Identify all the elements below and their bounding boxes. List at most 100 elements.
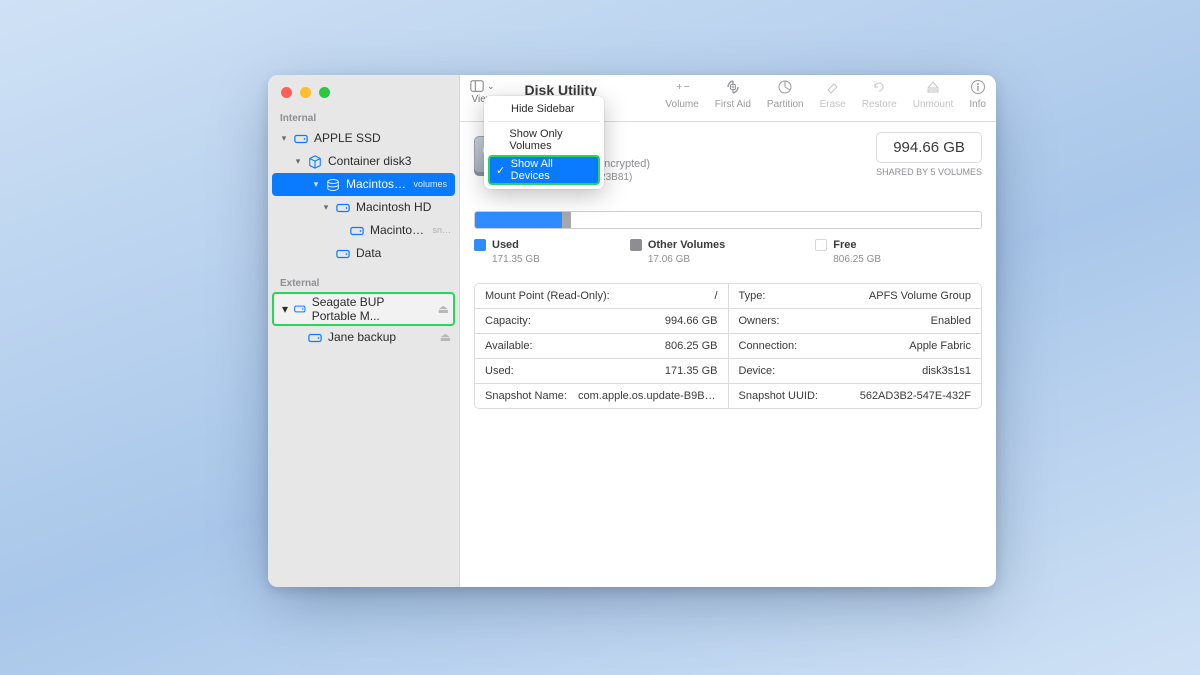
zoom-button[interactable] xyxy=(319,87,330,98)
view-menu-item[interactable]: ✓Show All Devices xyxy=(488,155,600,185)
disclosure-chevron-icon[interactable]: ▾ xyxy=(282,302,288,316)
first_aid-button[interactable]: First Aid xyxy=(715,79,751,110)
capacity-caption: SHARED BY 5 VOLUMES xyxy=(876,167,982,177)
disk-utility-window: Internal ▾ APPLE SSD ▾ Container disk3 ▾ Maci… xyxy=(268,75,996,587)
info-icon xyxy=(970,79,986,98)
info-key: Type: xyxy=(739,290,766,302)
eject-icon xyxy=(925,79,941,98)
info-row: Available: 806.25 GB xyxy=(475,333,728,358)
volume-button[interactable]: +−Volume xyxy=(665,79,698,110)
unmount-button: Unmount xyxy=(913,79,954,110)
view-menu-item[interactable]: Show Only Volumes xyxy=(488,125,600,155)
main-pane: ⌄ View Disk Utility +−VolumeFirst AidPar… xyxy=(460,75,996,587)
legend-other-label: Other Volumes xyxy=(648,239,725,251)
info-value: 562AD3B2-547E-432F xyxy=(860,390,971,402)
sidebar-item-label: Macintosh HD xyxy=(370,222,426,239)
sidebar-item-label: Data xyxy=(356,245,451,262)
info-key: Connection: xyxy=(739,340,798,352)
capacity-value: 994.66 GB xyxy=(876,132,982,163)
info-value: / xyxy=(714,290,717,302)
first-aid-icon xyxy=(725,79,741,98)
sidebar-item[interactable]: ▾ Macintosh HD xyxy=(268,196,459,219)
view-menu-item[interactable]: Hide Sidebar xyxy=(488,100,600,118)
sidebar-item-label: Macintosh HD xyxy=(356,199,451,216)
eraser-icon xyxy=(825,79,841,98)
eject-icon[interactable]: ⏏ xyxy=(438,302,449,316)
info-key: Capacity: xyxy=(485,315,531,327)
info-row: Type: APFS Volume Group xyxy=(729,284,982,308)
legend-free-value: 806.25 GB xyxy=(815,254,881,265)
disclosure-chevron-icon[interactable]: ▾ xyxy=(294,153,302,170)
info-value: disk3s1s1 xyxy=(922,365,971,377)
info-row: Capacity: 994.66 GB xyxy=(475,308,728,333)
info-row: Connection: Apple Fabric xyxy=(729,333,982,358)
info-value: 171.35 GB xyxy=(665,365,718,377)
window-controls xyxy=(268,83,459,110)
usage-segment-other xyxy=(562,212,571,228)
sidebar-toggle-icon xyxy=(470,79,484,93)
sidebar-item[interactable]: ▾ APPLE SSD xyxy=(268,127,459,150)
disclosure-chevron-icon[interactable]: ▾ xyxy=(280,130,288,147)
pie-icon xyxy=(777,79,793,98)
minimize-button[interactable] xyxy=(300,87,311,98)
sidebar: Internal ▾ APPLE SSD ▾ Container disk3 ▾ Maci… xyxy=(268,75,460,587)
sidebar-item-badge: volumes xyxy=(413,176,447,193)
sidebar-item-label: Jane backup xyxy=(328,329,434,346)
view-dropdown-menu: Hide Sidebar Show Only Volumes✓Show All D… xyxy=(484,96,604,189)
sidebar-item[interactable]: ▾ Macintosh HD volumes xyxy=(272,173,455,196)
usage-legend: Used 171.35 GB Other Volumes 17.06 GB Fr… xyxy=(474,239,982,265)
sidebar-item-badge: sn… xyxy=(432,222,451,239)
info-value: APFS Volume Group xyxy=(869,290,971,302)
sidebar-item[interactable]: ▾ Container disk3 xyxy=(268,150,459,173)
sidebar-item-label: Macintosh HD xyxy=(346,176,407,193)
usage-bar xyxy=(474,211,982,229)
info-row: Snapshot UUID: 562AD3B2-547E-432F xyxy=(729,383,982,408)
checkmark-icon: ✓ xyxy=(496,164,506,177)
close-button[interactable] xyxy=(281,87,292,98)
sidebar-item[interactable]: Macintosh HD sn… xyxy=(268,219,459,242)
sidebar-header-internal: Internal xyxy=(268,110,459,127)
legend-used-label: Used xyxy=(492,239,519,251)
info-key: Used: xyxy=(485,365,514,377)
info-key: Available: xyxy=(485,340,533,352)
info-key: Owners: xyxy=(739,315,780,327)
svg-text:+: + xyxy=(676,82,682,93)
info-row: Device: disk3s1s1 xyxy=(729,358,982,383)
sidebar-item-label: APPLE SSD xyxy=(314,130,451,147)
plus-minus-icon: +− xyxy=(674,79,690,98)
info-key: Snapshot Name: xyxy=(485,390,567,402)
info-value: Enabled xyxy=(931,315,971,327)
sidebar-header-external: External xyxy=(268,275,459,292)
usage-section: Used 171.35 GB Other Volumes 17.06 GB Fr… xyxy=(460,187,996,265)
legend-free-label: Free xyxy=(833,239,856,251)
sidebar-item-label: Container disk3 xyxy=(328,153,451,170)
info-key: Device: xyxy=(739,365,776,377)
sidebar-item-label: Seagate BUP Portable M... xyxy=(312,295,432,323)
partition-button[interactable]: Partition xyxy=(767,79,804,110)
legend-used-value: 171.35 GB xyxy=(474,254,540,265)
legend-other-value: 17.06 GB xyxy=(630,254,725,265)
info-key: Mount Point (Read-Only): xyxy=(485,290,610,302)
disclosure-chevron-icon[interactable]: ▾ xyxy=(322,199,330,216)
info-row: Mount Point (Read-Only): / xyxy=(475,284,728,308)
sidebar-item[interactable]: Data xyxy=(268,242,459,265)
sidebar-item[interactable]: ▾ Seagate BUP Portable M... ⏏ xyxy=(272,292,455,326)
info-row: Owners: Enabled xyxy=(729,308,982,333)
info-row: Snapshot Name: com.apple.os.update-B9BEB6 xyxy=(475,383,728,408)
info-value: 806.25 GB xyxy=(665,340,718,352)
info-value: Apple Fabric xyxy=(909,340,971,352)
info-row: Used: 171.35 GB xyxy=(475,358,728,383)
sidebar-item[interactable]: Jane backup ⏏ xyxy=(268,326,459,349)
info-value: com.apple.os.update-B9BEB6 xyxy=(578,390,718,402)
disclosure-chevron-icon[interactable]: ▾ xyxy=(312,176,320,193)
info-button[interactable]: Info xyxy=(969,79,986,110)
erase-button: Erase xyxy=(820,79,846,110)
usage-segment-free xyxy=(571,212,981,228)
restore-icon xyxy=(871,79,887,98)
info-table: Mount Point (Read-Only): / Capacity: 994.66… xyxy=(474,283,982,409)
eject-icon[interactable]: ⏏ xyxy=(440,329,451,346)
restore-button: Restore xyxy=(862,79,897,110)
usage-segment-used xyxy=(475,212,562,228)
info-value: 994.66 GB xyxy=(665,315,718,327)
info-key: Snapshot UUID: xyxy=(739,390,818,402)
